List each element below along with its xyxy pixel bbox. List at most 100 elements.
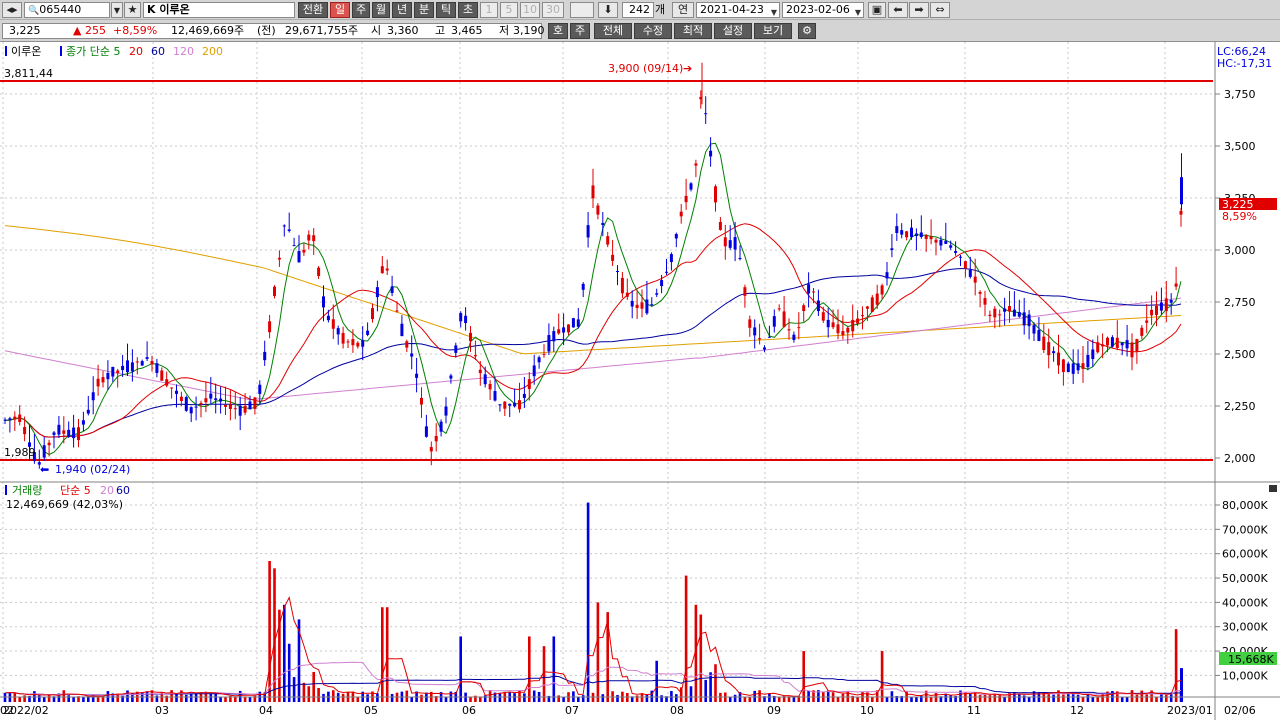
candle-body	[1096, 342, 1100, 353]
candle-body	[292, 245, 296, 247]
mode-button-minute[interactable]: 분	[414, 2, 434, 18]
price-tick-label: 2,750	[1224, 296, 1256, 309]
candle-body	[390, 286, 394, 294]
min-arrow-icon: ⬅	[40, 463, 49, 476]
volume-current: 12,469,669 (42,03%)	[6, 498, 123, 511]
count-input[interactable]: 242	[622, 2, 654, 18]
tools-button[interactable]: ⚙	[798, 23, 816, 39]
settings-button[interactable]: 설정	[714, 23, 752, 39]
candle-body	[797, 327, 801, 329]
candle-body	[1081, 363, 1085, 369]
candle-body	[47, 442, 51, 446]
candle-body	[52, 432, 56, 435]
code-dropdown-button[interactable]: ▼	[111, 2, 123, 18]
candle-body	[679, 211, 683, 217]
candle-body	[949, 245, 953, 248]
candle-body	[880, 285, 884, 295]
candle-body	[459, 313, 463, 322]
mode-button-1[interactable]: 1	[480, 2, 498, 18]
candle-body	[385, 268, 389, 271]
candle-body	[429, 447, 433, 452]
candle-body	[243, 405, 247, 413]
stock-button[interactable]: 주	[570, 23, 590, 39]
candle-body	[1003, 308, 1007, 312]
candle-body	[905, 231, 909, 238]
volume-bar	[390, 693, 394, 702]
volume-bar	[915, 697, 918, 702]
volume-tick-label: 60,000K	[1222, 548, 1268, 561]
scroll-button[interactable]: ⇔	[930, 2, 950, 18]
date-to-input[interactable]: 2023-02-06 ▼	[782, 2, 864, 18]
volume-bar	[1027, 697, 1031, 702]
mode-button-30[interactable]: 30	[542, 2, 564, 18]
mode-button-switch[interactable]: 전환	[298, 2, 328, 18]
volume-tick-label: 70,000K	[1222, 523, 1268, 536]
mode-button-year[interactable]: 년	[392, 2, 412, 18]
mode-button-5[interactable]: 5	[500, 2, 518, 18]
price-tick-label: 2,250	[1224, 400, 1256, 413]
candle-body	[630, 300, 634, 307]
volume-bar	[356, 697, 360, 702]
candle-body	[366, 330, 370, 335]
time-tick-label: 12	[1070, 704, 1084, 717]
mode-button-tick[interactable]: 틱	[436, 2, 456, 18]
candle-body	[1061, 359, 1065, 373]
candle-body	[1032, 325, 1036, 334]
mode-button-week[interactable]: 주	[352, 2, 370, 18]
volume-bar	[126, 690, 129, 702]
mode-button-day[interactable]: 일	[330, 2, 350, 18]
favorite-star-button[interactable]: ★	[124, 2, 141, 18]
volume-bar	[341, 693, 345, 702]
candle-body	[160, 370, 164, 381]
save-button[interactable]: ▣	[868, 2, 886, 18]
mode-button-second[interactable]: 초	[458, 2, 478, 18]
volume-bar	[983, 694, 987, 702]
candle-body	[919, 232, 923, 238]
forward-button[interactable]: ➡	[909, 2, 929, 18]
candle-body	[890, 248, 894, 251]
candle-body	[469, 332, 472, 342]
volume-bar	[1086, 694, 1090, 702]
stock-code-input[interactable]: 🔍065440	[24, 2, 110, 18]
candle-body	[674, 234, 678, 239]
hline-top-label: 3,811,44	[4, 67, 53, 80]
candle-body	[126, 360, 129, 373]
prev-code-button[interactable]: ◂▸	[2, 2, 22, 18]
all-button[interactable]: 전체	[594, 23, 632, 39]
candle-body	[792, 334, 796, 340]
year-button[interactable]: 연	[672, 2, 694, 18]
adjust-button[interactable]: 수정	[634, 23, 672, 39]
max-arrow-icon: ➔	[683, 62, 692, 75]
hoga-button[interactable]: 호	[548, 23, 568, 39]
candle-body	[993, 308, 997, 318]
optimize-button[interactable]: 최적	[674, 23, 712, 39]
back-button[interactable]: ⬅	[888, 2, 908, 18]
volume-legend-title: 거래량	[12, 484, 42, 497]
candle-body	[179, 396, 183, 401]
candle-body	[586, 225, 590, 238]
price-legend-item: 종가 단순 5	[66, 45, 120, 58]
pane-close-icon[interactable]	[1269, 485, 1277, 492]
chart-area[interactable]: 3,7503,5003,2503,0002,7502,5002,2502,000…	[0, 42, 1280, 720]
time-tick-label: 2023/01	[1167, 704, 1213, 717]
mode-button-10[interactable]: 10	[520, 2, 540, 18]
candle-body	[910, 227, 913, 238]
volume-bar	[552, 636, 556, 702]
view-button[interactable]: 보기	[754, 23, 792, 39]
volume-bar	[13, 693, 17, 702]
volume-bar	[405, 690, 409, 702]
down-arrow-button[interactable]: ⬇	[598, 2, 618, 18]
volume-bar	[528, 636, 531, 702]
volume-bar	[488, 690, 492, 702]
count-unit-label: 개	[655, 3, 666, 16]
candle-body	[718, 221, 722, 230]
date-from-input[interactable]: 2021-04-23 ▼	[696, 2, 780, 18]
candle-body	[748, 319, 752, 328]
volume-bar	[704, 679, 707, 702]
candle-body	[1066, 363, 1070, 373]
candle-body	[434, 435, 438, 442]
candle-body	[841, 331, 845, 336]
mode-button-month[interactable]: 월	[372, 2, 390, 18]
volume-bar	[1160, 694, 1163, 702]
double-arrow-icon: ⇔	[935, 3, 945, 16]
